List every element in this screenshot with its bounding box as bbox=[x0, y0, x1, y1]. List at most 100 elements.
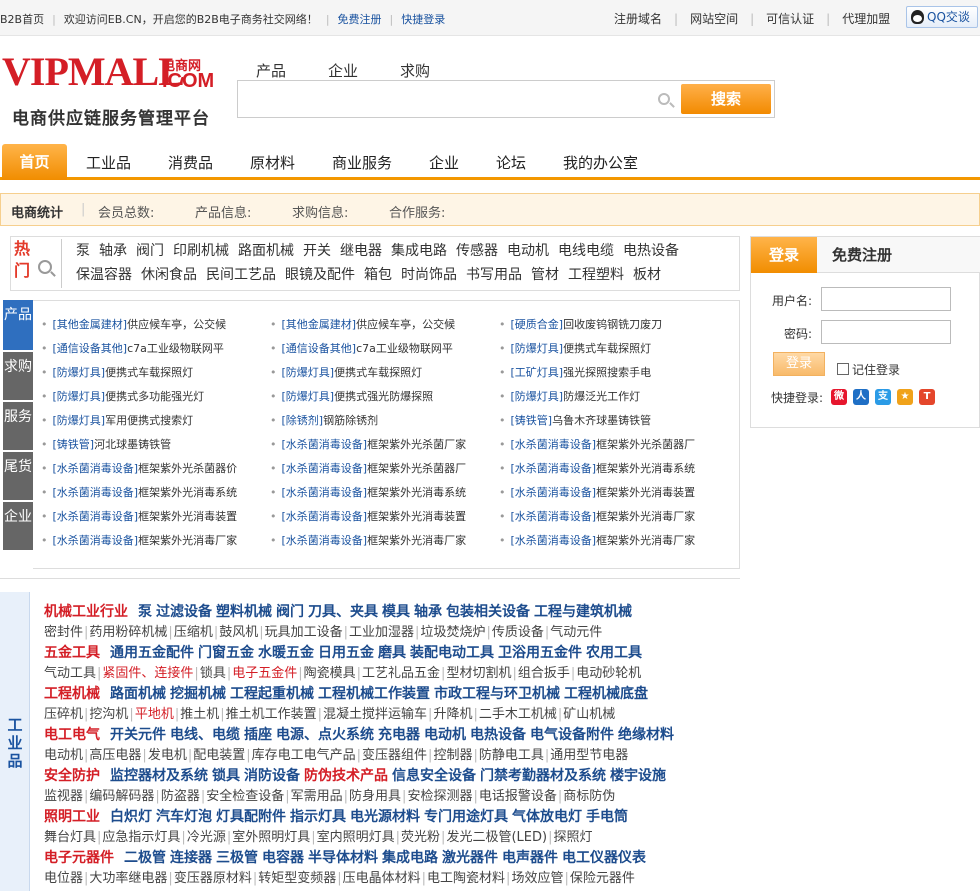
industry-subcategory[interactable]: 绝缘材料 bbox=[618, 727, 674, 743]
product-item[interactable]: • [防爆灯具]便携式车载探照灯 bbox=[499, 337, 729, 361]
product-category[interactable]: [水杀菌消毒设备] bbox=[53, 534, 139, 547]
industry-item-link[interactable]: 垃圾焚烧炉 bbox=[420, 625, 485, 640]
product-category[interactable]: [防爆灯具] bbox=[282, 390, 335, 403]
industry-item-link[interactable]: 气动元件 bbox=[550, 625, 602, 640]
product-category[interactable]: [防爆灯具] bbox=[53, 414, 106, 427]
product-category[interactable]: [水杀菌消毒设备] bbox=[282, 534, 368, 547]
industry-item-link[interactable]: 锁具 bbox=[200, 666, 226, 681]
product-name[interactable]: c7a工业级物联网平 bbox=[127, 342, 224, 355]
product-item[interactable]: • [水杀菌消毒设备]框架紫外光消毒系统 bbox=[270, 481, 500, 505]
industry-subcategory[interactable]: 路面机械 bbox=[110, 686, 166, 702]
product-name[interactable]: 防爆泛光工作灯 bbox=[563, 390, 640, 403]
industry-subcategory[interactable]: 手电筒 bbox=[586, 809, 628, 825]
register-domain-link[interactable]: 注册域名 bbox=[614, 10, 662, 27]
trust-cert-link[interactable]: 可信认证 bbox=[766, 10, 814, 27]
side-tab-products[interactable]: 产品 bbox=[3, 300, 33, 350]
product-item[interactable]: • [水杀菌消毒设备]框架紫外光消毒装置 bbox=[499, 481, 729, 505]
industry-subcategory[interactable]: 轴承 bbox=[414, 604, 442, 620]
hot-word-link[interactable]: 集成电路 bbox=[391, 243, 447, 259]
industry-subcategory[interactable]: 专门用途灯具 bbox=[424, 809, 508, 825]
hot-word-link[interactable]: 板材 bbox=[633, 267, 661, 283]
side-tab-buying[interactable]: 求购 bbox=[3, 352, 33, 400]
industry-subcategory[interactable]: 电动机 bbox=[424, 727, 466, 743]
product-category[interactable]: [铸铁管] bbox=[53, 438, 95, 451]
industry-subcategory[interactable]: 电热设备 bbox=[470, 727, 526, 743]
industry-item-link[interactable]: 压电晶体材料 bbox=[343, 871, 421, 886]
product-category[interactable]: [水杀菌消毒设备] bbox=[511, 438, 597, 451]
industry-item-link[interactable]: 电子五金件 bbox=[232, 666, 297, 681]
nav-my-office[interactable]: 我的办公室 bbox=[563, 152, 638, 173]
side-tab-surplus[interactable]: 尾货 bbox=[3, 452, 33, 500]
product-category[interactable]: [水杀菌消毒设备] bbox=[53, 462, 139, 475]
product-name[interactable]: 框架紫外光消毒厂家 bbox=[596, 534, 695, 547]
industry-subcategory[interactable]: 开关元件 bbox=[110, 727, 166, 743]
industry-subcategory[interactable]: 电气设备附件 bbox=[530, 727, 614, 743]
industry-subcategory[interactable]: 电工仪器仪表 bbox=[562, 850, 646, 866]
product-category[interactable]: [防爆灯具] bbox=[511, 390, 564, 403]
industry-item-link[interactable]: 变压器组件 bbox=[362, 748, 427, 763]
side-tab-services[interactable]: 服务 bbox=[3, 402, 33, 450]
product-item[interactable]: • [防爆灯具]军用便携式搜索灯 bbox=[41, 409, 271, 433]
industry-item-link[interactable]: 陶瓷模具 bbox=[304, 666, 356, 681]
product-name[interactable]: 军用便携式搜索灯 bbox=[105, 414, 193, 427]
industry-item-link[interactable]: 室内照明灯具 bbox=[317, 830, 395, 845]
tab-login[interactable]: 登录 bbox=[751, 237, 817, 273]
industry-item-link[interactable]: 工业加湿器 bbox=[349, 625, 414, 640]
industry-subcategory[interactable]: 电线、电缆 bbox=[170, 727, 240, 743]
industry-item-link[interactable]: 军需用品 bbox=[291, 789, 343, 804]
industry-item-link[interactable]: 压碎机 bbox=[44, 707, 83, 722]
search-tab-buying[interactable]: 求购 bbox=[400, 62, 430, 80]
industry-item-link[interactable]: 工艺礼品五金 bbox=[362, 666, 440, 681]
industry-subcategory[interactable]: 锁具 bbox=[212, 768, 240, 784]
weibo-icon[interactable]: 微 bbox=[831, 389, 847, 405]
tab-register[interactable]: 免费注册 bbox=[817, 237, 980, 273]
hot-word-link[interactable]: 休闲食品 bbox=[141, 267, 197, 283]
product-item[interactable]: • [防爆灯具]便携式车载探照灯 bbox=[270, 361, 500, 385]
industry-subcategory[interactable]: 气体放电灯 bbox=[512, 809, 582, 825]
nav-raw-materials[interactable]: 原材料 bbox=[250, 152, 295, 173]
industry-subcategory[interactable]: 汽车灯泡 bbox=[156, 809, 212, 825]
industry-side-tab[interactable]: 工业品 bbox=[0, 592, 30, 891]
industry-item-link[interactable]: 紧固件、连接件 bbox=[102, 666, 193, 681]
product-name[interactable]: 框架紫外光杀菌器厂 bbox=[367, 462, 466, 475]
industry-title[interactable]: 机械工业行业 bbox=[44, 604, 128, 620]
product-category[interactable]: [水杀菌消毒设备] bbox=[53, 510, 139, 523]
industry-item-link[interactable]: 荧光粉 bbox=[401, 830, 440, 845]
product-item[interactable]: • [硬质合金]回收废钨钢铣刀废刀 bbox=[499, 313, 729, 337]
industry-item-link[interactable]: 气动工具 bbox=[44, 666, 96, 681]
industry-subcategory[interactable]: 工程机械工作装置 bbox=[318, 686, 430, 702]
b2b-home-link[interactable]: B2B首页 bbox=[0, 13, 44, 26]
industry-item-link[interactable]: 矿山机械 bbox=[563, 707, 615, 722]
product-name[interactable]: 框架紫外光消毒装置 bbox=[367, 510, 466, 523]
industry-item-link[interactable]: 压缩机 bbox=[174, 625, 213, 640]
product-item[interactable]: • [防爆灯具]便携式多功能强光灯 bbox=[41, 385, 271, 409]
product-name[interactable]: 框架紫外光消毒厂家 bbox=[367, 534, 466, 547]
product-item[interactable]: • [防爆灯具]便携式强光防爆探照 bbox=[270, 385, 500, 409]
hot-word-link[interactable]: 箱包 bbox=[364, 267, 392, 283]
product-category[interactable]: [水杀菌消毒设备] bbox=[511, 462, 597, 475]
product-name[interactable]: 河北球墨铸铁管 bbox=[94, 438, 171, 451]
product-name[interactable]: 便携式多功能强光灯 bbox=[105, 390, 204, 403]
nav-companies[interactable]: 企业 bbox=[429, 152, 459, 173]
industry-subcategory[interactable]: 激光器件 bbox=[442, 850, 498, 866]
product-name[interactable]: 框架紫外光消毒厂家 bbox=[596, 510, 695, 523]
hot-word-link[interactable]: 民间工艺品 bbox=[206, 267, 276, 283]
industry-subcategory[interactable]: 过滤设备 bbox=[156, 604, 212, 620]
product-name[interactable]: 供应候车亭，公交候 bbox=[356, 318, 455, 331]
industry-item-link[interactable]: 安全检查设备 bbox=[206, 789, 284, 804]
industry-subcategory[interactable]: 卫浴用五金件 bbox=[498, 645, 582, 661]
industry-subcategory[interactable]: 农用工具 bbox=[586, 645, 642, 661]
industry-subcategory[interactable]: 工程起重机械 bbox=[230, 686, 314, 702]
industry-item-link[interactable]: 探照灯 bbox=[553, 830, 592, 845]
industry-item-link[interactable]: 电动机 bbox=[44, 748, 83, 763]
product-name[interactable]: 便携式车载探照灯 bbox=[563, 342, 651, 355]
industry-subcategory[interactable]: 模具 bbox=[382, 604, 410, 620]
product-category[interactable]: [通信设备其他] bbox=[53, 342, 128, 355]
industry-item-link[interactable]: 通用型节电器 bbox=[550, 748, 628, 763]
product-name[interactable]: 供应候车亭，公交候 bbox=[127, 318, 226, 331]
industry-subcategory[interactable]: 包装相关设备 bbox=[446, 604, 530, 620]
product-name[interactable]: 乌鲁木齐球墨铸铁管 bbox=[552, 414, 651, 427]
industry-subcategory[interactable]: 灯具配附件 bbox=[216, 809, 286, 825]
product-name[interactable]: 框架紫外光杀菌厂家 bbox=[367, 438, 466, 451]
hot-word-link[interactable]: 电线电缆 bbox=[558, 243, 614, 259]
